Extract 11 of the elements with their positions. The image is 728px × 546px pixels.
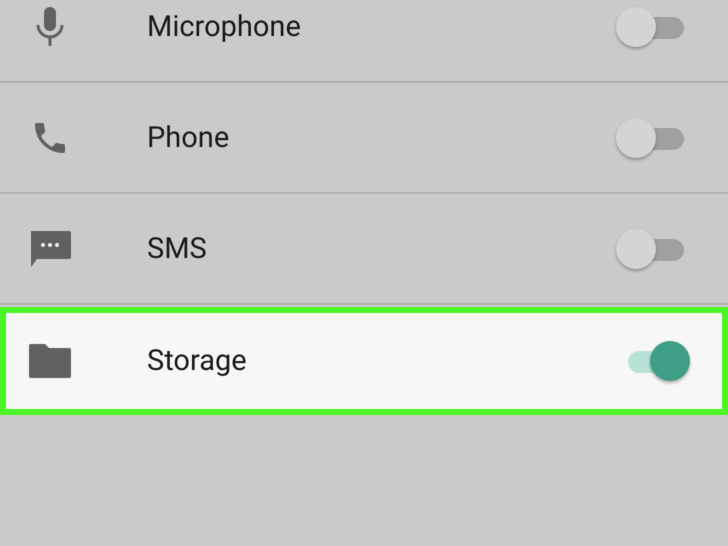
permission-label: SMS bbox=[147, 232, 208, 266]
permission-row[interactable]: Storage bbox=[0, 307, 728, 415]
permission-label: Storage bbox=[147, 344, 248, 378]
permission-label: Phone bbox=[147, 120, 230, 154]
folder-icon bbox=[29, 344, 71, 378]
message-icon bbox=[29, 228, 71, 268]
permission-row[interactable]: SMS bbox=[0, 194, 728, 305]
permission-row[interactable]: Phone bbox=[0, 83, 728, 194]
permission-row[interactable]: Microphone bbox=[0, 0, 728, 83]
permission-label: Microphone bbox=[147, 10, 302, 44]
microphone-icon bbox=[35, 6, 65, 46]
